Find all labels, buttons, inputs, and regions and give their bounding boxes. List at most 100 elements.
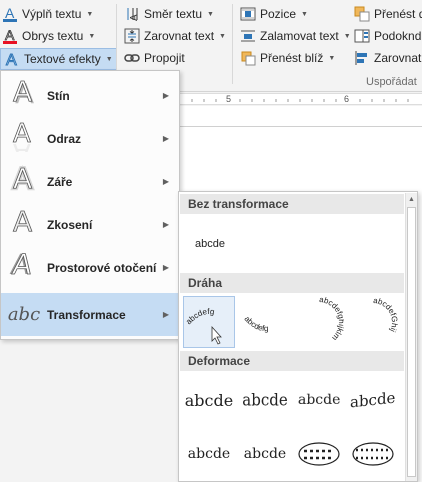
path-circle-tile[interactable]: abcdefghijklm — [293, 296, 345, 348]
path-arch-up-tile[interactable]: abcdefg — [183, 296, 235, 348]
svg-text:abcdefg: abcdefg — [184, 307, 215, 326]
text-effects-icon: A — [4, 51, 20, 68]
tile-sample-text: abcde — [187, 446, 231, 462]
svg-text:A: A — [6, 52, 17, 67]
align-icon — [354, 50, 370, 66]
menu-item-label: Odraz — [47, 131, 82, 146]
section-header-no-transform: Bez transformace — [180, 194, 404, 214]
svg-text:abcdefghijklm: abcdefghijklm — [319, 297, 344, 343]
chevron-down-icon: ▼ — [88, 32, 96, 40]
arch-up-preview: abcdefg — [184, 307, 222, 345]
transform-gallery: Bez transformace abcde Dráha abcdefg abc… — [178, 191, 418, 482]
chevron-down-icon: ▼ — [343, 32, 351, 40]
text-direction-label: Směr textu — [144, 7, 203, 21]
shadow-A-icon: AA — [1, 75, 47, 115]
chevron-down-icon: ▼ — [301, 10, 308, 18]
selection-pane-icon — [354, 28, 370, 44]
outline-text-button[interactable]: A Obrys textu ▼ — [2, 26, 95, 46]
svg-text:A: A — [13, 162, 32, 194]
menu-item-shadow[interactable]: AA Stín ▶ — [1, 74, 179, 117]
circle-preview: abcdefghijklm — [319, 297, 344, 343]
svg-text:abcdefGhij: abcdefGhij — [373, 297, 398, 334]
selection-pane-label: Podoknd — [374, 29, 422, 43]
position-icon — [240, 6, 256, 22]
bring-to-front-label: Přenést d — [374, 7, 422, 21]
chevron-right-icon: ▶ — [162, 263, 169, 272]
bring-forward-button[interactable]: Přenést blíž ▼ — [240, 48, 335, 68]
document-line — [178, 126, 422, 127]
menu-item-label: Prostorové otočení — [47, 260, 157, 275]
ruler-mark: 5 — [226, 94, 232, 104]
menu-item-glow[interactable]: AA Záře ▶ — [1, 160, 179, 203]
svg-text:A: A — [10, 248, 34, 280]
svg-text:A: A — [13, 76, 32, 108]
chevron-right-icon: ▶ — [162, 220, 169, 229]
warp-can-down-tile[interactable] — [347, 428, 399, 480]
can-down-preview — [352, 442, 394, 466]
menu-item-3d-rotation[interactable]: AA Prostorové otočení ▶ — [1, 246, 179, 289]
abc-transform-icon: abc — [1, 304, 47, 325]
bring-forward-icon — [240, 50, 256, 66]
svg-text:A: A — [13, 137, 31, 152]
svg-text:A: A — [5, 6, 15, 21]
text-effects-button[interactable]: A Textové efekty ▼ — [0, 48, 117, 70]
text-direction-button[interactable]: A Směr textu ▼ — [124, 4, 214, 24]
selection-pane-button[interactable]: Podoknd — [354, 26, 421, 46]
menu-item-reflection[interactable]: AA Odraz ▶ — [1, 117, 179, 167]
chevron-down-icon: ▼ — [105, 55, 113, 63]
warp-stop-tile[interactable]: abcde — [239, 374, 291, 426]
warp-curve-up-tile[interactable]: abcde — [183, 428, 235, 480]
menu-item-label: Transformace — [47, 307, 126, 322]
chevron-right-icon: ▶ — [162, 310, 169, 319]
scroll-up-arrow-icon[interactable]: ▲ — [407, 194, 416, 205]
align-text-icon — [124, 28, 140, 44]
warp-can-up-tile[interactable] — [293, 428, 345, 480]
fill-text-button[interactable]: A Výplň textu ▼ — [2, 4, 93, 24]
tile-sample-text: abcde — [184, 390, 234, 410]
fill-text-label: Výplň textu — [22, 7, 82, 21]
bring-forward-label: Přenést blíž — [260, 51, 324, 65]
gallery-scrollbar[interactable]: ▲ — [405, 193, 417, 481]
button-preview: abcdefGhij — [373, 297, 398, 334]
section-header-warp: Deformace — [180, 351, 404, 371]
bring-to-front-button[interactable]: Přenést d — [354, 4, 422, 24]
no-transform-tile[interactable]: abcde — [183, 218, 237, 270]
glow-A-icon: AA — [1, 160, 47, 201]
fill-text-icon: A — [2, 6, 18, 22]
reflection-A-icon: AA — [1, 118, 47, 167]
bevel-A-icon: A — [1, 205, 47, 244]
svg-text:abcdefg: abcdefg — [243, 314, 269, 333]
text-effects-menu: AA Stín ▶ AA Odraz ▶ AA Záře ▶ A Zkosení… — [0, 70, 180, 340]
chevron-right-icon: ▶ — [162, 134, 169, 143]
scrollbar-thumb[interactable] — [407, 207, 416, 477]
align-button[interactable]: Zarovnat — [354, 48, 421, 68]
horizontal-ruler: 5 6 — [178, 93, 422, 105]
warp-chevron-tile[interactable]: abcde — [347, 374, 399, 426]
menu-item-transform[interactable]: abc Transformace ▶ — [1, 293, 179, 336]
align-label: Zarovnat — [374, 51, 422, 65]
path-arch-down-tile[interactable]: abcdefg — [239, 296, 291, 348]
align-text-label: Zarovnat text — [144, 29, 215, 43]
can-up-preview — [298, 442, 340, 466]
warp-curve-down-tile[interactable]: abcde — [239, 428, 291, 480]
tile-sample-text: abcde — [195, 238, 225, 250]
path-button-tile[interactable]: abcdefGhij — [347, 296, 399, 348]
outline-text-icon: A — [2, 28, 18, 44]
link-button[interactable]: Propojit — [124, 48, 185, 68]
align-text-button[interactable]: Zarovnat text ▼ — [124, 26, 226, 46]
wrap-text-button[interactable]: Zalamovat text ▼ — [240, 26, 351, 46]
tile-sample-text: abcde — [242, 390, 288, 410]
section-header-path: Dráha — [180, 273, 404, 293]
position-button[interactable]: Pozice ▼ — [240, 4, 308, 24]
3d-rotation-A-icon: AA — [1, 248, 47, 287]
bring-to-front-icon — [354, 6, 370, 22]
menu-item-label: Stín — [47, 88, 70, 103]
chevron-down-icon: ▼ — [86, 10, 94, 18]
ruler-mark: 6 — [344, 94, 350, 104]
menu-item-bevel[interactable]: A Zkosení ▶ — [1, 203, 179, 246]
warp-triangle-tile[interactable]: abcde — [293, 374, 345, 426]
chevron-down-icon: ▼ — [328, 54, 336, 62]
text-direction-icon: A — [124, 6, 140, 22]
warp-plain-tile[interactable]: abcde — [183, 374, 235, 426]
chevron-down-icon: ▼ — [219, 32, 226, 40]
